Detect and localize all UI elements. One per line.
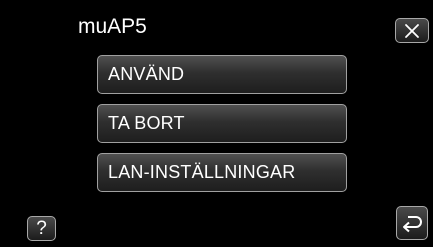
use-button[interactable]: ANVÄND <box>97 55 347 94</box>
back-button[interactable] <box>396 206 428 240</box>
question-icon: ? <box>36 218 47 239</box>
lan-settings-button[interactable]: LAN-INSTÄLLNINGAR <box>97 153 347 192</box>
help-button[interactable]: ? <box>27 216 56 241</box>
delete-button-label: TA BORT <box>108 113 185 133</box>
use-button-label: ANVÄND <box>108 64 185 84</box>
close-icon <box>405 23 419 38</box>
page-title: muAP5 <box>78 15 147 38</box>
close-button[interactable] <box>395 18 429 43</box>
return-arrow-icon <box>403 216 422 233</box>
lan-settings-button-label: LAN-INSTÄLLNINGAR <box>108 162 296 182</box>
delete-button[interactable]: TA BORT <box>97 104 347 143</box>
